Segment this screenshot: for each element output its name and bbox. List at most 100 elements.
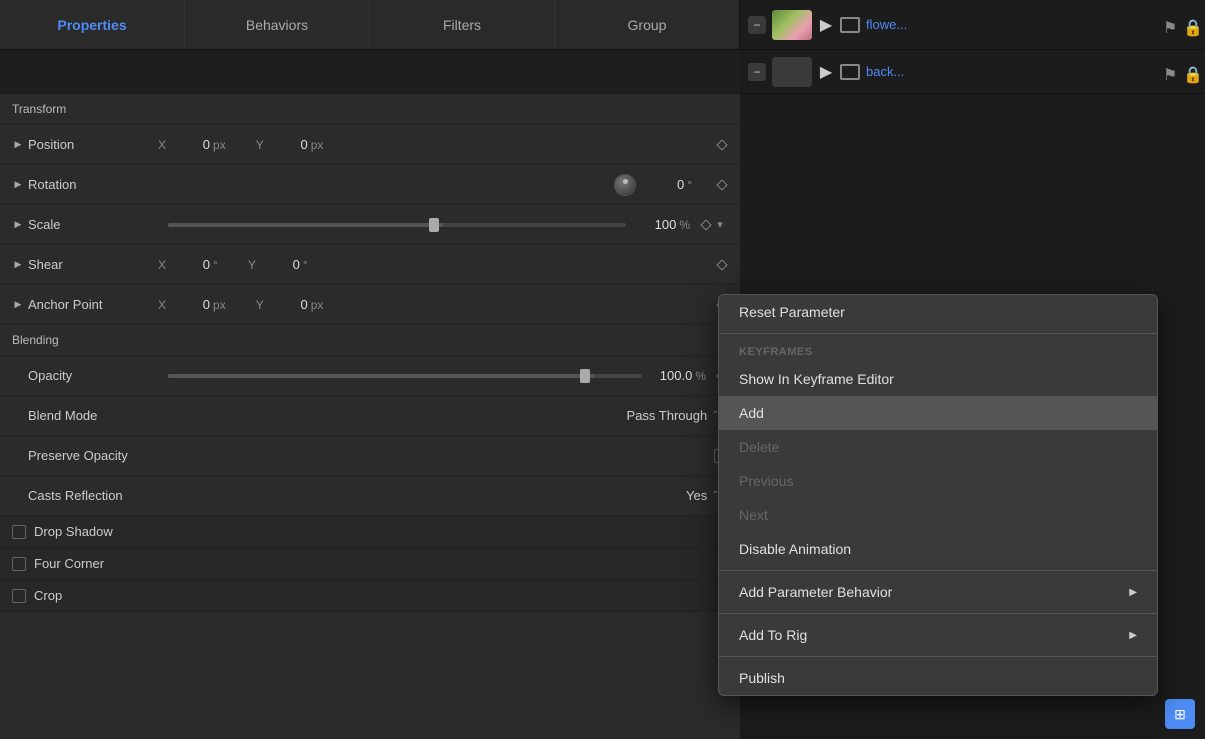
- anchor-x-unit: px: [213, 298, 226, 312]
- anchor-x-value[interactable]: 0: [170, 297, 210, 312]
- main-content: Transform ▶ Position X 0 px Y 0 px ▶ Rot…: [0, 94, 1205, 739]
- thumbnail-flowe: [772, 10, 812, 40]
- opacity-slider[interactable]: [168, 374, 642, 378]
- tab-behaviors[interactable]: Behaviors: [185, 0, 370, 49]
- position-x-value[interactable]: 0: [170, 137, 210, 152]
- scale-expand-button[interactable]: ▾: [712, 217, 728, 233]
- position-label: Position: [28, 137, 158, 152]
- blend-mode-dropdown[interactable]: Pass Through ⌃⌄: [627, 408, 728, 423]
- position-y-value[interactable]: 0: [268, 137, 308, 152]
- shear-x-axis: X: [158, 258, 166, 272]
- shear-row: ▶ Shear X 0 ° Y 0 °: [0, 245, 740, 285]
- play-icon[interactable]: ▶: [818, 17, 834, 33]
- blending-section-header: Blending: [0, 325, 740, 356]
- menu-add[interactable]: Add: [719, 396, 1157, 430]
- menu-add-parameter-behavior[interactable]: Add Parameter Behavior ▶: [719, 575, 1157, 609]
- anchor-point-label: Anchor Point: [28, 297, 158, 312]
- scale-keyframe[interactable]: [700, 219, 712, 231]
- casts-reflection-row: Casts Reflection Yes ⌃⌄: [0, 476, 740, 516]
- position-keyframe[interactable]: [716, 139, 728, 151]
- layer-name-flowe: flowe...: [866, 17, 1157, 32]
- menu-separator-1: [719, 333, 1157, 334]
- flag-icon-back[interactable]: ⚑: [1163, 65, 1177, 79]
- submenu-arrow-rig: ▶: [1129, 630, 1137, 641]
- tab-filters[interactable]: Filters: [370, 0, 555, 49]
- menu-delete: Delete: [719, 430, 1157, 464]
- anchor-y-axis: Y: [256, 298, 264, 312]
- position-y-unit: px: [311, 138, 324, 152]
- preserve-opacity-row: Preserve Opacity: [0, 436, 740, 476]
- opacity-label: Opacity: [28, 368, 158, 383]
- scale-label: Scale: [28, 217, 158, 232]
- lock-icon[interactable]: 🔒: [1183, 18, 1197, 32]
- menu-keyframes-label: KEYFRAMES: [719, 338, 1157, 362]
- scale-value[interactable]: 100: [636, 217, 676, 232]
- lock-icon-back[interactable]: 🔒: [1183, 65, 1197, 79]
- drop-shadow-section: Drop Shadow: [0, 516, 740, 548]
- drop-shadow-checkbox[interactable]: [12, 525, 26, 539]
- opacity-row: Opacity 100.0 %: [0, 356, 740, 396]
- anchor-point-row: ▶ Anchor Point X 0 px Y 0 px: [0, 285, 740, 325]
- blend-mode-label: Blend Mode: [28, 408, 158, 423]
- context-menu: Reset Parameter KEYFRAMES Show In Keyfra…: [718, 294, 1158, 696]
- rotation-knob[interactable]: [614, 174, 636, 196]
- shear-y-value[interactable]: 0: [260, 257, 300, 272]
- shear-x-value[interactable]: 0: [170, 257, 210, 272]
- menu-separator-4: [719, 656, 1157, 657]
- shear-disclosure[interactable]: ▶: [12, 259, 24, 271]
- scale-row: ▶ Scale 100 % ▾: [0, 205, 740, 245]
- tab-group[interactable]: Group: [555, 0, 739, 49]
- collapse-button-flowe[interactable]: −: [748, 16, 766, 34]
- timeline-entry-flowe: − ▶ flowe... ⚑ 🔒: [740, 10, 1205, 40]
- play-icon-back[interactable]: ▶: [818, 64, 834, 80]
- menu-reset-parameter[interactable]: Reset Parameter: [719, 295, 1157, 329]
- four-corner-label: Four Corner: [34, 556, 164, 571]
- rotation-label: Rotation: [28, 177, 158, 192]
- position-disclosure[interactable]: ▶: [12, 139, 24, 151]
- menu-add-parameter-behavior-label: Add Parameter Behavior: [739, 584, 892, 600]
- properties-panel: Transform ▶ Position X 0 px Y 0 px ▶ Rot…: [0, 94, 740, 739]
- opacity-value[interactable]: 100.0: [652, 368, 692, 383]
- transform-section-header: Transform: [0, 94, 740, 125]
- rotation-unit: °: [687, 178, 692, 192]
- layer-icon-back: [840, 64, 860, 80]
- scale-slider[interactable]: [168, 223, 626, 227]
- thumbnail-back: [772, 57, 812, 87]
- menu-add-to-rig[interactable]: Add To Rig ▶: [719, 618, 1157, 652]
- top-bar: Properties Behaviors Filters Group − ▶ f…: [0, 0, 1205, 50]
- four-corner-checkbox[interactable]: [12, 557, 26, 571]
- menu-show-keyframe-editor[interactable]: Show In Keyframe Editor: [719, 362, 1157, 396]
- shear-y-unit: °: [303, 258, 308, 272]
- rotation-keyframe[interactable]: [716, 179, 728, 191]
- menu-previous: Previous: [719, 464, 1157, 498]
- menu-publish[interactable]: Publish: [719, 661, 1157, 695]
- menu-separator-3: [719, 613, 1157, 614]
- collapse-button-back[interactable]: −: [748, 63, 766, 81]
- position-row: ▶ Position X 0 px Y 0 px: [0, 125, 740, 165]
- casts-reflection-label: Casts Reflection: [28, 488, 158, 503]
- drop-shadow-label: Drop Shadow: [34, 524, 164, 539]
- anchor-point-disclosure[interactable]: ▶: [12, 299, 24, 311]
- casts-reflection-value: Yes: [686, 488, 707, 503]
- anchor-y-value[interactable]: 0: [268, 297, 308, 312]
- position-y-axis: Y: [256, 138, 264, 152]
- shear-y-axis: Y: [248, 258, 256, 272]
- blend-mode-row: Blend Mode Pass Through ⌃⌄: [0, 396, 740, 436]
- rotation-disclosure[interactable]: ▶: [12, 179, 24, 191]
- four-corner-section: Four Corner: [0, 548, 740, 580]
- crop-checkbox[interactable]: [12, 589, 26, 603]
- menu-add-to-rig-label: Add To Rig: [739, 627, 807, 643]
- shear-keyframe[interactable]: [716, 259, 728, 271]
- tabs-container: Properties Behaviors Filters Group: [0, 0, 740, 49]
- layer-name-back: back...: [866, 64, 1157, 79]
- rotation-value[interactable]: 0: [644, 177, 684, 192]
- scale-unit: %: [679, 218, 690, 232]
- tab-properties[interactable]: Properties: [0, 0, 185, 49]
- position-x-unit: px: [213, 138, 226, 152]
- scale-disclosure[interactable]: ▶: [12, 219, 24, 231]
- preserve-opacity-label: Preserve Opacity: [28, 448, 158, 463]
- crop-label: Crop: [34, 588, 164, 603]
- bottom-icon[interactable]: ⊞: [1165, 699, 1195, 729]
- menu-disable-animation[interactable]: Disable Animation: [719, 532, 1157, 566]
- flag-icon[interactable]: ⚑: [1163, 18, 1177, 32]
